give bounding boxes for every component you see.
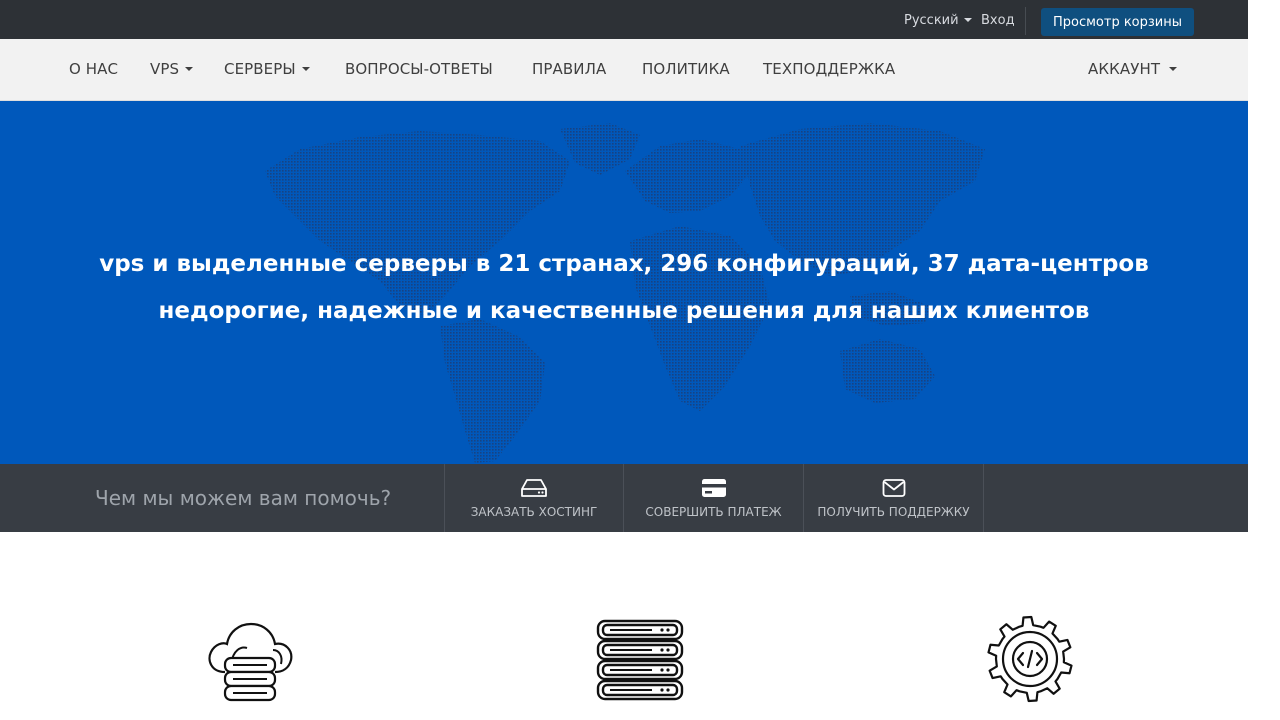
nav-item-servers[interactable]: СЕРВЕРЫ: [224, 60, 310, 78]
nav-item-faq[interactable]: ВОПРОСЫ-ОТВЕТЫ: [345, 60, 493, 78]
nav-item-about[interactable]: О НАС: [69, 60, 118, 78]
main-navigation: О НАС VPS СЕРВЕРЫ ВОПРОСЫ-ОТВЕТЫ ПРАВИЛА…: [0, 39, 1248, 101]
top-bar: Русский Вход Просмотр корзины: [0, 0, 1248, 39]
chevron-down-icon: [301, 67, 310, 71]
help-bar: Чем мы можем вам помочь? ЗАКАЗАТЬ ХОСТИН…: [0, 464, 1248, 532]
account-menu[interactable]: АККАУНТ: [1088, 60, 1178, 78]
hard-drive-icon: [521, 478, 547, 497]
server-rack-icon: [596, 619, 684, 701]
credit-card-icon: [701, 478, 726, 497]
help-prompt: Чем мы можем вам помочь?: [95, 486, 392, 510]
order-hosting-label: ЗАКАЗАТЬ ХОСТИНГ: [470, 504, 598, 519]
nav-item-label: СЕРВЕРЫ: [224, 60, 296, 78]
hero-headline: vps и выделенные серверы в 21 странах, 2…: [99, 251, 1149, 277]
hero-subheadline: недорогие, надежные и качественные решен…: [158, 298, 1090, 324]
view-cart-button[interactable]: Просмотр корзины: [1041, 8, 1194, 36]
gear-code-icon: [987, 615, 1073, 703]
login-link[interactable]: Вход: [981, 13, 1015, 28]
order-hosting-button[interactable]: ЗАКАЗАТЬ ХОСТИНГ: [444, 464, 623, 532]
chevron-down-icon: [185, 67, 194, 71]
envelope-icon: [882, 478, 905, 497]
get-support-button[interactable]: ПОЛУЧИТЬ ПОДДЕРЖКУ: [803, 464, 984, 532]
account-label: АККАУНТ: [1088, 60, 1161, 78]
chevron-down-icon: [963, 18, 972, 22]
language-label: Русский: [904, 13, 959, 28]
nav-item-support[interactable]: ТЕХПОДДЕРЖКА: [763, 60, 895, 78]
world-map-background: [265, 123, 985, 463]
make-payment-label: СОВЕРШИТЬ ПЛАТЕЖ: [645, 504, 782, 519]
cloud-server-icon: [208, 622, 293, 702]
chevron-down-icon: [1169, 67, 1178, 71]
nav-item-policy[interactable]: ПОЛИТИКА: [642, 60, 730, 78]
top-divider: [1025, 7, 1026, 35]
nav-item-label: VPS: [150, 60, 180, 78]
hero-banner: vps и выделенные серверы в 21 странах, 2…: [0, 101, 1248, 464]
get-support-label: ПОЛУЧИТЬ ПОДДЕРЖКУ: [817, 504, 970, 519]
nav-item-vps[interactable]: VPS: [150, 60, 194, 78]
nav-item-rules[interactable]: ПРАВИЛА: [532, 60, 606, 78]
language-selector[interactable]: Русский: [904, 13, 972, 28]
make-payment-button[interactable]: СОВЕРШИТЬ ПЛАТЕЖ: [623, 464, 803, 532]
